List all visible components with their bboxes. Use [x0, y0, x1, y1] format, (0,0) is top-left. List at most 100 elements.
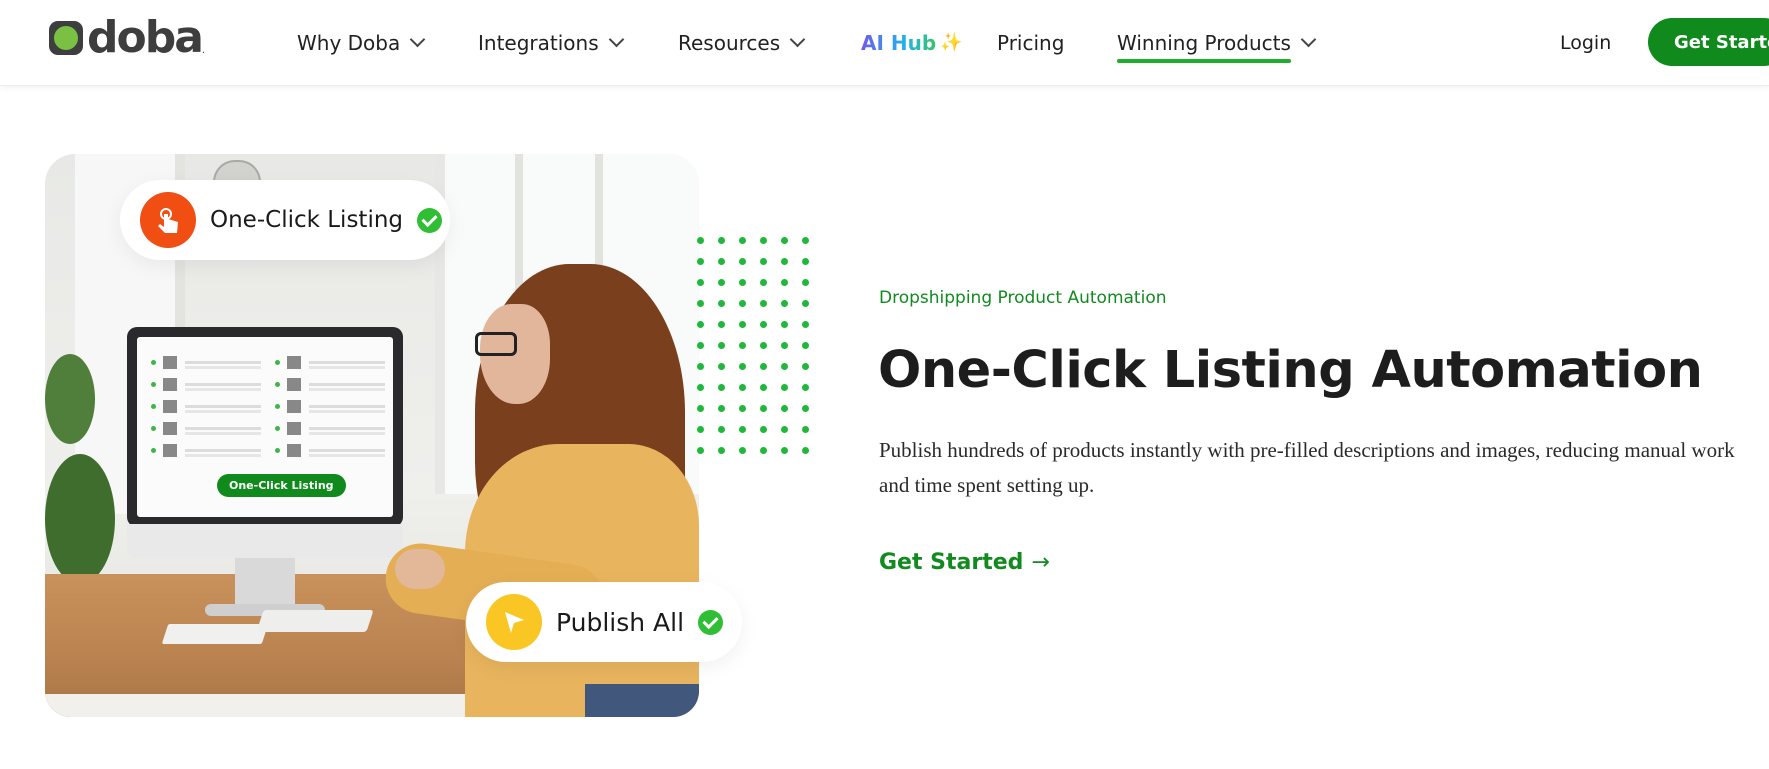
decorative-dot — [718, 405, 725, 412]
nav-why-doba[interactable]: Why Doba — [297, 0, 426, 85]
sparkle-icon: ✨ — [940, 32, 963, 53]
decorative-dot — [760, 321, 767, 328]
check-circle-icon — [698, 609, 724, 635]
decorative-dot — [802, 258, 809, 265]
dot-pattern-decoration — [697, 237, 817, 457]
decorative-dot — [781, 237, 788, 244]
decorative-dot — [760, 342, 767, 349]
decorative-dot — [718, 321, 725, 328]
plant — [45, 454, 115, 584]
send-arrow-icon — [486, 594, 542, 650]
jeans — [585, 684, 699, 717]
doba-logo[interactable]: doba . — [49, 12, 206, 63]
decorative-dot — [718, 258, 725, 265]
chevron-down-icon — [789, 31, 806, 48]
logo-text: doba — [87, 12, 204, 63]
logo-mark-icon — [49, 21, 83, 55]
decorative-dot — [739, 258, 746, 265]
one-click-listing-badge: One-Click Listing — [120, 180, 450, 260]
plant — [45, 354, 95, 444]
decorative-dot — [697, 363, 704, 370]
nav-pricing[interactable]: Pricing — [997, 0, 1064, 85]
decorative-dot — [697, 237, 704, 244]
decorative-dot — [802, 384, 809, 391]
one-click-listing-label: One-Click Listing — [210, 207, 404, 233]
publish-all-badge: Publish All — [466, 582, 742, 662]
monitor — [127, 327, 403, 527]
decorative-dot — [697, 321, 704, 328]
nav-resources[interactable]: Resources — [678, 0, 806, 85]
glasses — [475, 332, 517, 356]
decorative-dot — [697, 384, 704, 391]
hero-get-started-label: Get Started — [879, 550, 1024, 575]
decorative-dot — [781, 447, 788, 454]
decorative-dot — [697, 300, 704, 307]
decorative-dot — [781, 279, 788, 286]
decorative-dot — [802, 300, 809, 307]
hand-tap-icon — [140, 192, 196, 248]
nav-winning-products[interactable]: Winning Products — [1117, 0, 1317, 85]
login-link[interactable]: Login — [1560, 0, 1611, 85]
decorative-dot — [697, 426, 704, 433]
decorative-dot — [697, 447, 704, 454]
decorative-dot — [718, 279, 725, 286]
decorative-dot — [781, 363, 788, 370]
decorative-dot — [697, 405, 704, 412]
decorative-dot — [718, 426, 725, 433]
check-circle-icon — [417, 207, 443, 233]
decorative-dot — [760, 363, 767, 370]
decorative-dot — [760, 237, 767, 244]
decorative-dot — [739, 279, 746, 286]
decorative-dot — [739, 300, 746, 307]
site-header: doba . Why Doba Integrations Resources A… — [0, 0, 1769, 86]
decorative-dot — [718, 384, 725, 391]
publish-all-label: Publish All — [556, 607, 685, 637]
nav-resources-label: Resources — [678, 30, 781, 55]
decorative-dot — [802, 321, 809, 328]
notebook — [161, 624, 269, 644]
hero-get-started-link[interactable]: Get Started → — [879, 550, 1050, 575]
decorative-dot — [739, 405, 746, 412]
decorative-dot — [697, 279, 704, 286]
nav-pricing-label: Pricing — [997, 30, 1065, 55]
chevron-down-icon — [1300, 31, 1317, 48]
decorative-dot — [781, 426, 788, 433]
decorative-dot — [781, 384, 788, 391]
decorative-dot — [802, 447, 809, 454]
hero-eyebrow: Dropshipping Product Automation — [879, 288, 1167, 308]
decorative-dot — [802, 405, 809, 412]
arrow-right-icon: → — [1031, 550, 1050, 575]
nav-ai-hub-label: AI Hub — [861, 30, 937, 55]
decorative-dot — [760, 258, 767, 265]
active-underline — [1117, 58, 1291, 63]
decorative-dot — [739, 447, 746, 454]
decorative-dot — [802, 363, 809, 370]
decorative-dot — [760, 405, 767, 412]
decorative-dot — [739, 384, 746, 391]
decorative-dot — [718, 342, 725, 349]
get-started-button[interactable]: Get Started — [1648, 18, 1769, 66]
decorative-dot — [739, 321, 746, 328]
decorative-dot — [697, 258, 704, 265]
decorative-dot — [781, 405, 788, 412]
nav-winning-products-label: Winning Products — [1117, 30, 1291, 55]
decorative-dot — [781, 300, 788, 307]
nav-integrations[interactable]: Integrations — [478, 0, 624, 85]
decorative-dot — [760, 300, 767, 307]
chevron-down-icon — [409, 31, 426, 48]
hero-description: Publish hundreds of products instantly w… — [879, 438, 1735, 497]
decorative-dot — [781, 342, 788, 349]
decorative-dot — [781, 321, 788, 328]
decorative-dot — [739, 342, 746, 349]
chevron-down-icon — [608, 31, 624, 48]
logo-suffix: . — [201, 45, 206, 56]
nav-why-doba-label: Why Doba — [297, 30, 401, 55]
decorative-dot — [739, 363, 746, 370]
decorative-dot — [718, 237, 725, 244]
decorative-dot — [718, 447, 725, 454]
nav-ai-hub[interactable]: AI Hub ✨ — [861, 0, 963, 85]
nav-integrations-label: Integrations — [478, 30, 599, 55]
decorative-dot — [802, 342, 809, 349]
decorative-dot — [781, 258, 788, 265]
hero-title: One-Click Listing Automation — [878, 341, 1703, 400]
